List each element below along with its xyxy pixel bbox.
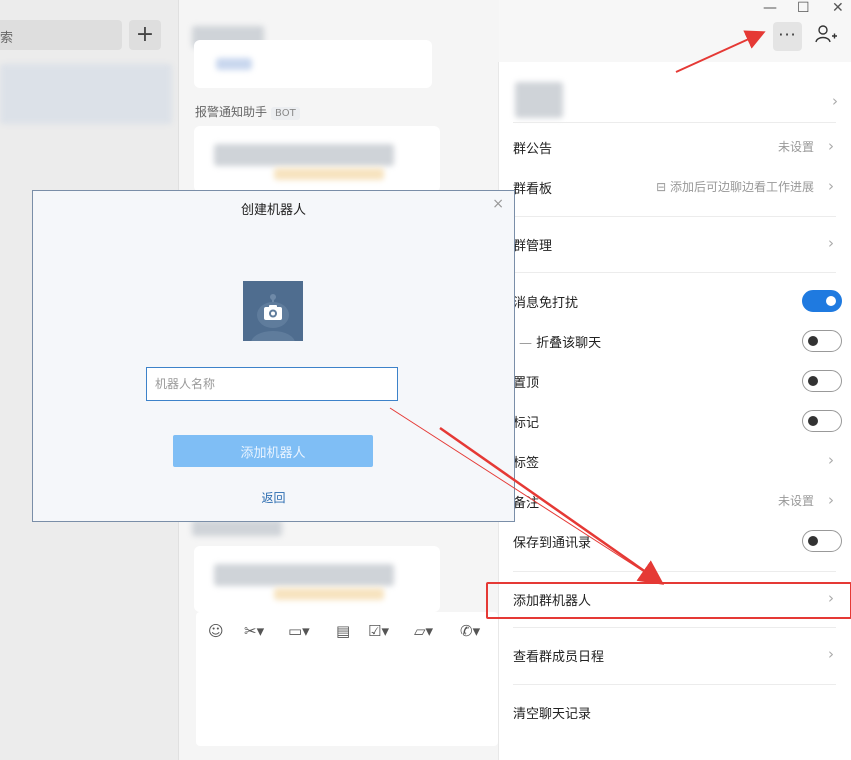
arrow-to-add-bot-row (439, 426, 665, 585)
arrow-thin-line (389, 407, 661, 583)
annotation-arrows (389, 30, 766, 585)
arrow-to-more-button (675, 30, 766, 73)
